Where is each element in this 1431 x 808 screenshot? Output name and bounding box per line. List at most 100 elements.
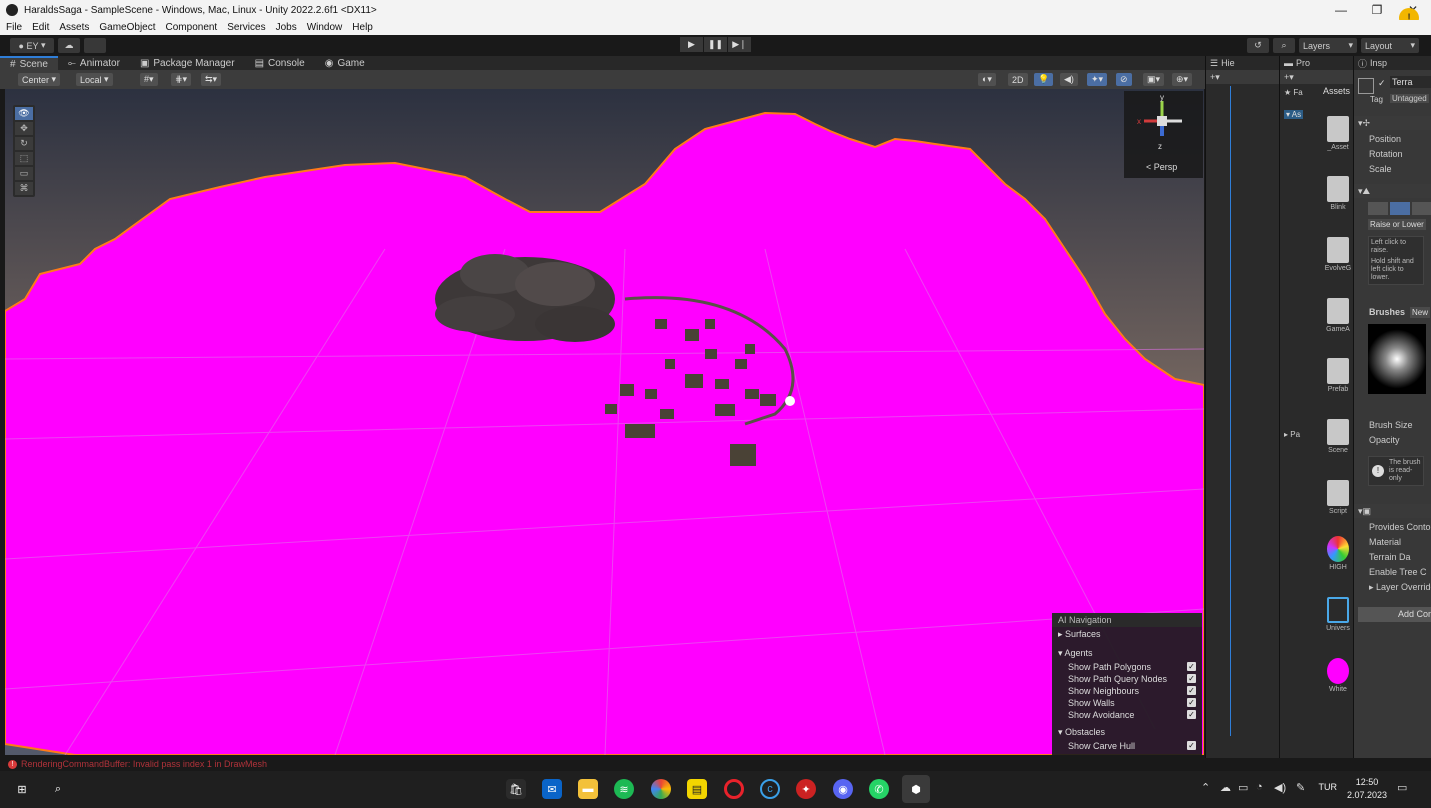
active-checkbox[interactable]: ✓ [1378, 78, 1386, 89]
asset-scenes-folder[interactable]: Scene [1323, 419, 1353, 454]
terrain-header[interactable]: ▾ ⛰ [1354, 184, 1431, 198]
checkbox[interactable]: ✓ [1187, 674, 1196, 683]
layer-overrides-label[interactable]: ▸ Layer Overrides [1369, 582, 1431, 593]
history-button[interactable]: ↺ [1247, 38, 1269, 53]
asset-high-settings[interactable]: HIGH [1323, 536, 1353, 571]
asset-prefabs-folder[interactable]: Prefab [1323, 358, 1353, 393]
app-red-icon[interactable]: ✦ [796, 779, 816, 799]
menu-file[interactable]: File [6, 22, 22, 33]
settings-terrain-button[interactable] [1412, 202, 1431, 215]
tab-console[interactable]: ▤ Console [245, 56, 315, 70]
search-icon[interactable]: ⌕ [48, 779, 68, 799]
menu-window[interactable]: Window [307, 22, 343, 33]
system-clock[interactable]: 12:50 2.07.2023 [1347, 776, 1387, 802]
scale-tool-button[interactable]: ⬚ [15, 152, 33, 165]
agents-section[interactable]: ▾ Agents [1052, 646, 1202, 661]
sticky-notes-icon[interactable]: ▤ [687, 779, 707, 799]
orientation-gizmo[interactable]: y x z < Persp [1124, 91, 1203, 178]
favorites-item[interactable]: ★ Fa [1284, 88, 1303, 97]
mode-2d-toggle[interactable]: 2D [1008, 73, 1028, 86]
search-button[interactable]: ⌕ [1273, 38, 1295, 53]
add-icon[interactable]: +▾ [1284, 72, 1294, 83]
assets-breadcrumb[interactable]: Assets [1323, 86, 1350, 96]
rect-tool-button[interactable]: ▭ [15, 167, 33, 180]
chrome-icon[interactable] [651, 779, 671, 799]
add-component-button[interactable]: Add Component [1358, 607, 1431, 622]
tab-hierarchy[interactable]: ☰ Hie [1206, 56, 1279, 70]
checkbox[interactable]: ✓ [1187, 710, 1196, 719]
discord-icon[interactable]: ◉ [833, 779, 853, 799]
play-button[interactable]: ▶ [680, 37, 703, 52]
new-brush-button[interactable]: New [1410, 307, 1431, 318]
collab-button[interactable] [84, 38, 106, 53]
cloud-button[interactable]: ☁ [58, 38, 80, 53]
terrain-tool-dropdown[interactable]: Raise or Lower Terrain [1368, 219, 1426, 230]
pivot-dropdown[interactable]: Center ▾ [18, 73, 61, 86]
obstacles-section[interactable]: ▾ Obstacles [1052, 725, 1202, 740]
asset-blink-folder[interactable]: Blink [1323, 176, 1353, 211]
show-carve-hull-option[interactable]: Show Carve Hull ✓ [1052, 740, 1202, 752]
paint-terrain-button[interactable] [1390, 202, 1410, 215]
language-indicator[interactable]: TUR [1319, 782, 1338, 792]
show-neighbours-option[interactable]: Show Neighbours ✓ [1052, 685, 1202, 697]
menu-jobs[interactable]: Jobs [276, 22, 297, 33]
tab-scene[interactable]: # Scene [0, 56, 58, 70]
pause-button[interactable]: ❚❚ [704, 37, 727, 52]
space-dropdown[interactable]: Local ▾ [76, 73, 113, 86]
tab-inspector[interactable]: ⓘ Insp [1354, 56, 1431, 70]
tray-volume-icon[interactable]: ◀) [1274, 781, 1286, 794]
tray-cloud-icon[interactable]: ☁ [1220, 781, 1231, 794]
raise-terrain-button[interactable] [1368, 202, 1388, 215]
add-icon[interactable]: +▾ [1210, 72, 1220, 83]
tab-project[interactable]: ▬ Pro [1280, 56, 1353, 70]
asset-assets-folder[interactable]: _Asset [1323, 116, 1353, 151]
asset-game-folder[interactable]: GameA [1323, 298, 1353, 333]
mail-icon[interactable]: ✉ [542, 779, 562, 799]
tab-package-manager[interactable]: ▣ Package Manager [130, 56, 245, 70]
account-button[interactable]: ● EY ▾ [10, 38, 54, 53]
tray-chevron-icon[interactable]: ⌃ [1201, 781, 1210, 794]
draw-mode-button[interactable]: ◐▾ [978, 73, 996, 86]
opera-icon[interactable] [724, 779, 744, 799]
tray-pen-icon[interactable]: ✎ [1296, 781, 1305, 794]
tag-dropdown[interactable]: Untagged [1390, 94, 1429, 103]
transform-tool-button[interactable]: ⌘ [15, 182, 33, 195]
show-walls-option[interactable]: Show Walls ✓ [1052, 697, 1202, 709]
store-icon[interactable]: 🛍 [506, 779, 526, 799]
restore-button[interactable]: ❐ [1359, 0, 1395, 20]
show-path-query-nodes-option[interactable]: Show Path Query Nodes ✓ [1052, 673, 1202, 685]
transform-header[interactable]: ▾ ✢ [1354, 116, 1431, 130]
increment-snap-button[interactable]: ⇆▾ [201, 73, 222, 86]
show-avoidance-option[interactable]: Show Avoidance ✓ [1052, 709, 1202, 721]
effects-dropdown[interactable]: ✦▾ [1087, 73, 1108, 86]
grid-snap-button[interactable]: #▾ [140, 73, 158, 86]
tab-game[interactable]: ◉ Game [315, 56, 375, 70]
tab-animator[interactable]: ⟜ Animator [58, 56, 130, 70]
unity-taskbar-icon[interactable]: ⬢ [902, 775, 930, 803]
whatsapp-icon[interactable]: ✆ [869, 779, 889, 799]
layout-dropdown[interactable]: Layout ▾ [1361, 38, 1419, 53]
assets-folder-item[interactable]: ▾ As [1284, 110, 1304, 119]
rotate-tool-button[interactable]: ↻ [15, 137, 33, 150]
asset-scripts-folder[interactable]: Script [1323, 480, 1353, 515]
menu-help[interactable]: Help [352, 22, 373, 33]
camera-dropdown[interactable]: ▣▾ [1143, 73, 1165, 86]
layers-dropdown[interactable]: Layers ▾ [1299, 38, 1357, 53]
surfaces-section[interactable]: ▸ Surfaces [1052, 627, 1202, 642]
menu-component[interactable]: Component [166, 22, 218, 33]
show-path-polygons-option[interactable]: Show Path Polygons ✓ [1052, 661, 1202, 673]
asset-universal-pipeline[interactable]: Univers [1323, 597, 1353, 632]
terrain-collider-header[interactable]: ▾ ▣ [1354, 504, 1431, 518]
console-error-message[interactable]: ! RenderingCommandBuffer: Invalid pass i… [8, 759, 267, 769]
menu-edit[interactable]: Edit [32, 22, 49, 33]
menu-gameobject[interactable]: GameObject [99, 22, 155, 33]
ccleaner-icon[interactable]: c [760, 779, 780, 799]
audio-toggle[interactable]: ◀) [1060, 73, 1078, 86]
checkbox[interactable]: ✓ [1187, 698, 1196, 707]
file-explorer-icon[interactable]: ▬ [578, 779, 598, 799]
lighting-toggle[interactable]: 💡 [1034, 73, 1054, 86]
step-button[interactable]: ▶❘ [728, 37, 751, 52]
checkbox[interactable]: ✓ [1187, 686, 1196, 695]
object-name-field[interactable]: Terra [1390, 76, 1431, 88]
minimize-button[interactable]: — [1323, 0, 1359, 20]
